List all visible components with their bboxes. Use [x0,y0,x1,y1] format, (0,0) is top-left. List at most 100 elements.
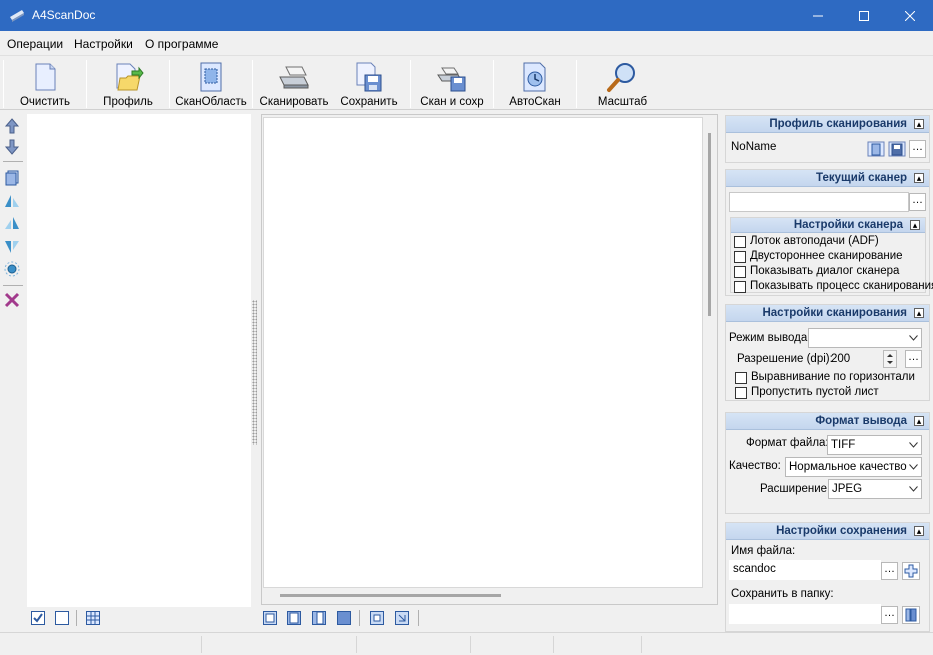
folder-more-button[interactable]: … [881,606,898,624]
scanner-group: Текущий сканер ▴ … Настройки сканера ▴ Л… [725,169,933,296]
scanner-settings-title: Настройки сканера [793,219,903,231]
format-select[interactable]: TIFF [827,435,922,455]
vertical-scrollbar[interactable] [708,133,711,316]
deskew-checkbox[interactable]: Выравнивание по горизонтали [735,371,933,385]
splitter-handle[interactable] [252,300,257,445]
profile-title: Профиль сканирования [769,118,907,130]
open-profile-icon[interactable] [867,140,885,158]
scanner-header: Текущий сканер ▴ [726,170,929,187]
quality-select[interactable]: Нормальное качество [785,457,922,477]
maximize-button[interactable] [841,0,887,31]
profile-label: Профиль [103,96,153,108]
page-view-icon[interactable] [262,610,278,626]
zoom-out-page-icon[interactable] [394,610,410,626]
open-folder-icon[interactable] [902,606,920,624]
minimize-button[interactable] [795,0,841,31]
scanner-title: Текущий сканер [816,172,907,184]
deselect-icon[interactable] [54,610,70,626]
save-profile-icon[interactable] [888,140,906,158]
app-logo-icon [10,10,24,22]
dpi-value[interactable]: 200 [831,353,850,365]
delete-icon[interactable] [3,291,21,309]
status-divider [356,636,357,653]
save-document-icon [356,62,382,92]
zoom-button[interactable]: Масштаб [585,59,660,109]
scan-button[interactable]: Сканировать [258,59,330,109]
toolbar-separator [169,60,170,108]
mode-select[interactable] [808,328,922,348]
menu-settings[interactable]: Настройки [74,37,133,51]
skip-blank-checkbox[interactable]: Пропустить пустой лист [735,386,933,400]
quality-label: Качество: [729,460,781,472]
dpi-label: Разрешение (dpi): [737,353,833,365]
close-button[interactable] [887,0,933,31]
status-divider [470,636,471,653]
thumbnail-list[interactable] [27,114,251,607]
auto-scan-icon [523,62,546,92]
brightness-icon[interactable] [3,260,21,278]
scan-area-label: СканОбласть [175,96,247,108]
blank-page-icon [35,63,56,91]
auto-scan-label: АвтоСкан [509,96,561,108]
adf-checkbox[interactable]: Лоток автоподачи (ADF) [734,235,933,249]
scan-and-save-button[interactable]: Скан и сохр [416,59,488,109]
fit-page-icon[interactable] [336,610,352,626]
save-title: Настройки сохранения [776,525,907,537]
auto-scan-button[interactable]: АвтоСкан [500,59,570,109]
filename-field[interactable]: scandoc [729,560,881,580]
save-button[interactable]: Сохранить [334,59,404,109]
grid-view-icon[interactable] [85,610,101,626]
chevron-down-icon [909,486,918,492]
minimize-icon [813,15,823,16]
filename-more-button[interactable]: … [881,562,898,580]
output-title: Формат вывода [815,415,907,427]
extension-select[interactable]: JPEG [828,479,922,499]
profile-name: NoName [731,141,777,153]
horizontal-scrollbar[interactable] [280,594,501,597]
select-all-icon[interactable] [30,610,46,626]
fit-width-icon[interactable] [286,610,302,626]
tools-separator [418,610,419,626]
collapse-icon[interactable]: ▴ [914,119,924,129]
preview-canvas[interactable] [263,117,703,588]
toolbar-separator [3,60,4,108]
show-progress-checkbox[interactable]: Показывать процесс сканирования [734,280,933,294]
rotate-left-icon[interactable] [3,192,21,210]
collapse-icon[interactable]: ▴ [914,416,924,426]
magnifier-icon [607,63,635,92]
profile-header: Профиль сканирования ▴ [726,116,929,133]
copy-pages-icon[interactable] [3,169,21,187]
menu-operations[interactable]: Операции [7,37,63,51]
dpi-spinner-icon[interactable] [883,350,897,368]
show-dialog-checkbox[interactable]: Показывать диалог сканера [734,265,933,279]
rotate-right-icon[interactable] [3,214,21,232]
scanner-settings-subgroup: Настройки сканера ▴ Лоток автоподачи (AD… [730,217,933,293]
profile-button[interactable]: Профиль [93,59,163,109]
collapse-icon[interactable]: ▴ [914,173,924,183]
flip-icon[interactable] [3,237,21,255]
save-settings-group: Настройки сохранения ▴ Имя файла: scando… [725,522,930,632]
move-up-icon[interactable] [3,117,21,135]
save-label: Сохранить [340,96,398,108]
collapse-icon[interactable]: ▴ [910,220,920,230]
thumbnail-tools [30,610,110,628]
fit-height-icon[interactable] [311,610,327,626]
collapse-icon[interactable]: ▴ [914,526,924,536]
scan-area-button[interactable]: СканОбласть [174,59,248,109]
zoom-in-page-icon[interactable] [369,610,385,626]
scan-label: Сканировать [259,96,329,108]
dpi-more-button[interactable]: … [905,350,922,368]
profile-more-button[interactable]: … [909,140,926,158]
scanner-field[interactable] [729,192,909,212]
folder-field[interactable] [729,604,881,624]
collapse-icon[interactable]: ▴ [914,308,924,318]
profile-folder-icon [116,63,144,91]
clear-button[interactable]: Очистить [10,59,80,109]
move-down-icon[interactable] [3,138,21,156]
scanner-settings-header: Настройки сканера ▴ [731,218,925,233]
duplex-checkbox[interactable]: Двустороннее сканирование [734,250,933,264]
add-icon[interactable] [902,562,920,580]
menu-about[interactable]: О программе [145,37,218,51]
select-scanner-button[interactable]: … [909,193,926,211]
status-bar [0,632,933,655]
